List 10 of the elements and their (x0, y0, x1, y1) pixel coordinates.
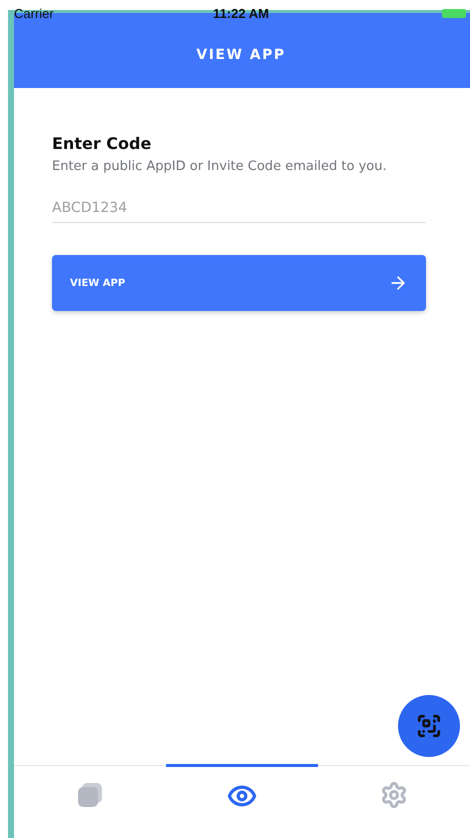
settings-icon (380, 781, 408, 809)
carrier-label: Carrier (14, 6, 54, 20)
stacked-squares-icon (76, 781, 104, 809)
scan-code-icon (416, 713, 442, 739)
battery-icon (442, 8, 466, 18)
section-description: Enter a public AppID or Invite Code emailed to you. (52, 159, 388, 174)
status-time: 11:22 AM (213, 6, 269, 20)
page-title: VIEW APP (195, 46, 287, 64)
section-heading: Enter Code (52, 134, 152, 153)
view-app-button[interactable]: VIEW APP (52, 255, 426, 311)
